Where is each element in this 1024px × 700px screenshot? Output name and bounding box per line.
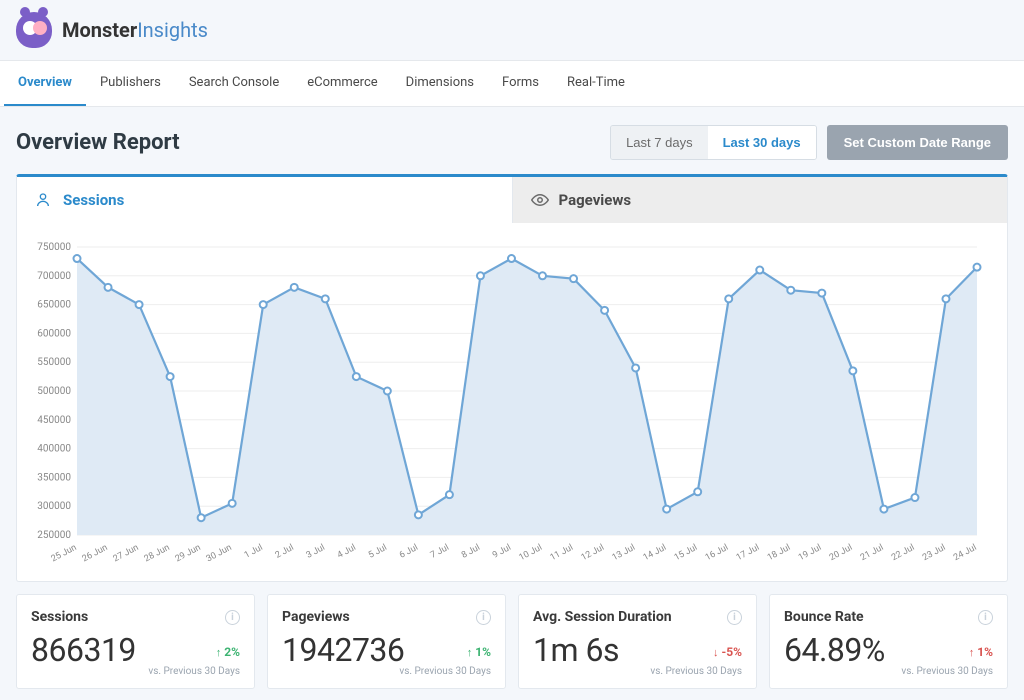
svg-text:8 Jul: 8 Jul: [460, 543, 482, 561]
kpi-delta: ↑ 1%: [969, 645, 993, 659]
svg-text:350000: 350000: [37, 472, 71, 483]
svg-text:27 Jun: 27 Jun: [112, 543, 141, 565]
date-range-segment: Last 7 days Last 30 days: [610, 125, 817, 160]
svg-text:300000: 300000: [37, 501, 71, 512]
svg-text:17 Jul: 17 Jul: [735, 543, 761, 563]
nav-tab-forms[interactable]: Forms: [488, 61, 553, 106]
svg-text:7 Jul: 7 Jul: [429, 543, 451, 561]
brand-logo-icon: [16, 12, 52, 48]
last-30-days-button[interactable]: Last 30 days: [708, 126, 816, 159]
svg-text:26 Jun: 26 Jun: [81, 543, 110, 565]
nav-tab-dimensions[interactable]: Dimensions: [392, 61, 488, 106]
tab-sessions-label: Sessions: [63, 191, 124, 209]
kpi-vs-label: vs. Previous 30 Days: [148, 666, 240, 677]
info-icon[interactable]: i: [476, 610, 491, 625]
svg-text:14 Jul: 14 Jul: [642, 543, 668, 563]
svg-text:550000: 550000: [37, 357, 71, 368]
svg-text:19 Jul: 19 Jul: [797, 543, 823, 563]
svg-text:22 Jul: 22 Jul: [890, 543, 916, 563]
metric-tabs: Sessions Pageviews: [17, 177, 1007, 223]
brand-name: MonsterInsights: [62, 18, 208, 42]
kpi-delta: ↓ -5%: [713, 645, 742, 659]
svg-text:25 Jun: 25 Jun: [50, 543, 79, 565]
svg-text:500000: 500000: [37, 386, 71, 397]
nav-tab-ecommerce[interactable]: eCommerce: [293, 61, 391, 106]
svg-text:750000: 750000: [37, 242, 71, 253]
svg-text:21 Jul: 21 Jul: [859, 543, 885, 563]
kpi-vs-label: vs. Previous 30 Days: [399, 666, 491, 677]
svg-text:20 Jul: 20 Jul: [828, 543, 854, 563]
svg-text:400000: 400000: [37, 444, 71, 455]
kpi-title: Sessions: [31, 609, 88, 625]
svg-text:23 Jul: 23 Jul: [921, 543, 947, 563]
kpi-card-avg-session-duration: Avg. Session Duration i 1m 6s ↓ -5% vs. …: [518, 594, 757, 689]
svg-text:24 Jul: 24 Jul: [952, 543, 978, 563]
brand-name-light: Insights: [137, 18, 208, 42]
kpi-title: Bounce Rate: [784, 609, 864, 625]
nav-tab-publishers[interactable]: Publishers: [86, 61, 175, 106]
svg-text:13 Jul: 13 Jul: [611, 543, 637, 563]
brand-name-bold: Monster: [62, 18, 137, 42]
svg-text:16 Jul: 16 Jul: [704, 543, 730, 563]
kpi-vs-label: vs. Previous 30 Days: [901, 666, 993, 677]
svg-text:9 Jul: 9 Jul: [491, 543, 513, 561]
svg-text:700000: 700000: [37, 271, 71, 282]
tab-pageviews[interactable]: Pageviews: [512, 177, 1008, 223]
user-icon: [35, 192, 53, 208]
svg-text:18 Jul: 18 Jul: [766, 543, 792, 563]
custom-date-range-button[interactable]: Set Custom Date Range: [827, 125, 1008, 160]
svg-text:4 Jul: 4 Jul: [336, 543, 358, 561]
chart-panel: Sessions Pageviews 250000 300000 350000 400…: [16, 174, 1008, 582]
svg-text:1 Jul: 1 Jul: [243, 543, 265, 561]
date-range-controls: Last 7 days Last 30 days Set Custom Date…: [610, 125, 1008, 160]
app-header: MonsterInsights: [0, 0, 1024, 60]
svg-text:450000: 450000: [37, 415, 71, 426]
kpi-card-bounce-rate: Bounce Rate i 64.89% ↑ 1% vs. Previous 3…: [769, 594, 1008, 689]
svg-text:30 Jun: 30 Jun: [205, 543, 234, 565]
eye-icon: [531, 191, 549, 209]
kpi-vs-label: vs. Previous 30 Days: [650, 666, 742, 677]
sessions-line-chart: 250000 300000 350000 400000 450000 500000 5500…: [27, 241, 987, 571]
kpi-card-pageviews: Pageviews i 1942736 ↑ 1% vs. Previous 30…: [267, 594, 506, 689]
svg-text:15 Jul: 15 Jul: [673, 543, 699, 563]
page-title: Overview Report: [16, 130, 180, 155]
last-7-days-button[interactable]: Last 7 days: [611, 126, 708, 159]
svg-text:2 Jul: 2 Jul: [274, 543, 296, 561]
kpi-title: Avg. Session Duration: [533, 609, 672, 625]
chart-area: 250000 300000 350000 400000 450000 500000 5500…: [17, 223, 1007, 581]
svg-text:12 Jul: 12 Jul: [580, 543, 606, 563]
tab-sessions[interactable]: Sessions: [17, 177, 512, 223]
svg-text:11 Jul: 11 Jul: [549, 543, 575, 563]
svg-text:5 Jul: 5 Jul: [367, 543, 389, 561]
nav-tab-real-time[interactable]: Real-Time: [553, 61, 639, 106]
nav-tab-overview[interactable]: Overview: [4, 61, 86, 106]
svg-text:28 Jun: 28 Jun: [143, 543, 172, 565]
main-nav-tabs: OverviewPublishersSearch ConsoleeCommerc…: [0, 60, 1024, 107]
info-icon[interactable]: i: [727, 610, 742, 625]
kpi-card-sessions: Sessions i 866319 ↑ 2% vs. Previous 30 D…: [16, 594, 255, 689]
kpi-cards-row: Sessions i 866319 ↑ 2% vs. Previous 30 D…: [16, 594, 1008, 689]
kpi-delta: ↑ 2%: [216, 645, 240, 659]
report-header-row: Overview Report Last 7 days Last 30 days…: [0, 107, 1024, 174]
info-icon[interactable]: i: [978, 610, 993, 625]
nav-tab-search-console[interactable]: Search Console: [175, 61, 293, 106]
svg-text:10 Jul: 10 Jul: [518, 543, 544, 563]
svg-text:29 Jun: 29 Jun: [174, 543, 203, 565]
tab-pageviews-label: Pageviews: [559, 191, 632, 209]
kpi-title: Pageviews: [282, 609, 350, 625]
svg-text:650000: 650000: [37, 300, 71, 311]
svg-text:250000: 250000: [37, 530, 71, 541]
svg-text:3 Jul: 3 Jul: [305, 543, 327, 561]
svg-text:6 Jul: 6 Jul: [398, 543, 420, 561]
kpi-delta: ↑ 1%: [467, 645, 491, 659]
svg-text:600000: 600000: [37, 328, 71, 339]
info-icon[interactable]: i: [225, 610, 240, 625]
